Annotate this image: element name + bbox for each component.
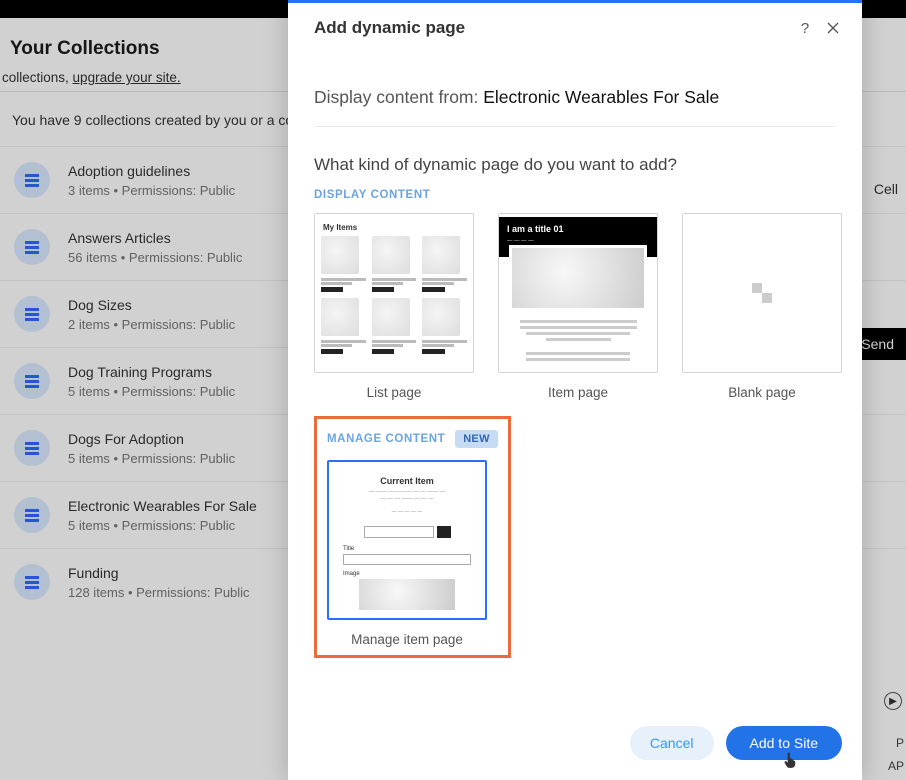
help-icon[interactable]: ? xyxy=(794,17,816,39)
template-manage-item-page[interactable]: Current Item — —— —— —— — — —— —— — — ——… xyxy=(327,460,487,647)
cursor-icon xyxy=(782,751,800,774)
template-item-page[interactable]: I am a title 01— — — — Item page xyxy=(498,213,658,400)
template-item-page-thumb: I am a title 01— — — — xyxy=(498,213,658,373)
cancel-button[interactable]: Cancel xyxy=(630,726,714,760)
section-manage-content: MANAGE CONTENT xyxy=(327,433,445,445)
add-dynamic-page-modal: Add dynamic page ? Display content from:… xyxy=(288,0,862,780)
new-badge: NEW xyxy=(455,430,498,448)
display-content-from: Display content from: Electronic Wearabl… xyxy=(314,87,836,108)
template-blank-page-thumb xyxy=(682,213,842,373)
template-blank-page-label: Blank page xyxy=(728,385,796,400)
divider xyxy=(314,126,836,127)
close-icon[interactable] xyxy=(822,17,844,39)
template-blank-page[interactable]: Blank page xyxy=(682,213,842,400)
template-manage-item-page-label: Manage item page xyxy=(351,632,463,647)
modal-question: What kind of dynamic page do you want to… xyxy=(314,155,836,175)
template-manage-item-page-thumb: Current Item — —— —— —— — — —— —— — — ——… xyxy=(327,460,487,620)
modal-title: Add dynamic page xyxy=(314,18,794,38)
template-list-page[interactable]: My Items List page xyxy=(314,213,474,400)
template-list-page-label: List page xyxy=(367,385,422,400)
template-list-page-thumb: My Items xyxy=(314,213,474,373)
section-display-content: DISPLAY CONTENT xyxy=(314,189,836,201)
manage-content-section: MANAGE CONTENT NEW Current Item — —— —— … xyxy=(314,416,511,658)
source-collection-name: Electronic Wearables For Sale xyxy=(483,87,719,107)
template-item-page-label: Item page xyxy=(548,385,608,400)
